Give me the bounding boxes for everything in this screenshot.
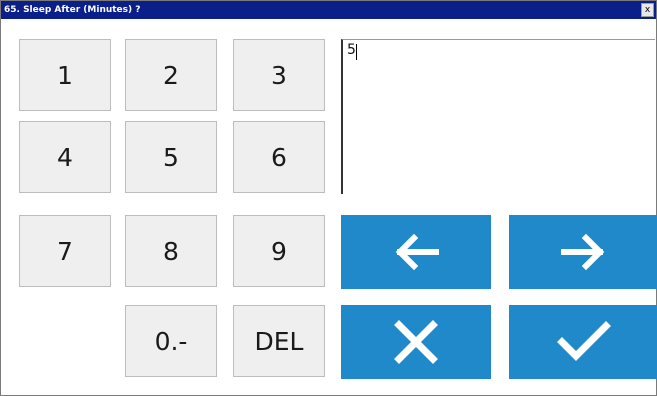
move-left-button[interactable] [341,215,491,289]
dialog-content: 1 2 3 4 5 6 7 8 9 0.- DEL 5 [1,19,657,395]
close-button[interactable]: x [641,3,654,17]
confirm-button[interactable] [509,305,657,379]
key-4[interactable]: 4 [19,121,111,193]
numeric-input-dialog: 65. Sleep After (Minutes) ? x 1 2 3 4 5 … [0,0,657,396]
key-5[interactable]: 5 [125,121,217,193]
key-3[interactable]: 3 [233,39,325,111]
close-icon: x [644,5,651,15]
arrow-right-icon [561,233,605,271]
key-2-label: 2 [163,60,179,90]
key-8[interactable]: 8 [125,215,217,287]
key-2[interactable]: 2 [125,39,217,111]
key-7-label: 7 [57,236,73,266]
check-icon [557,321,611,361]
key-6-label: 6 [271,142,287,172]
title-bar: 65. Sleep After (Minutes) ? x [1,1,656,19]
x-icon [394,320,438,364]
value-display[interactable]: 5 [341,39,655,194]
key-9[interactable]: 9 [233,215,325,287]
display-value: 5 [347,42,356,58]
arrow-left-icon [395,233,439,271]
move-right-button[interactable] [509,215,657,289]
key-1[interactable]: 1 [19,39,111,111]
key-9-label: 9 [271,236,287,266]
key-zero-decimal-minus-label: 0.- [154,326,188,356]
key-5-label: 5 [163,142,179,172]
key-1-label: 1 [57,60,73,90]
key-delete[interactable]: DEL [233,305,325,377]
key-3-label: 3 [271,60,287,90]
dialog-title: 65. Sleep After (Minutes) ? [4,5,141,15]
key-4-label: 4 [57,142,73,172]
key-delete-label: DEL [254,326,304,356]
key-zero-decimal-minus[interactable]: 0.- [125,305,217,377]
key-6[interactable]: 6 [233,121,325,193]
key-7[interactable]: 7 [19,215,111,287]
text-caret [356,44,357,60]
cancel-button[interactable] [341,305,491,379]
key-8-label: 8 [163,236,179,266]
